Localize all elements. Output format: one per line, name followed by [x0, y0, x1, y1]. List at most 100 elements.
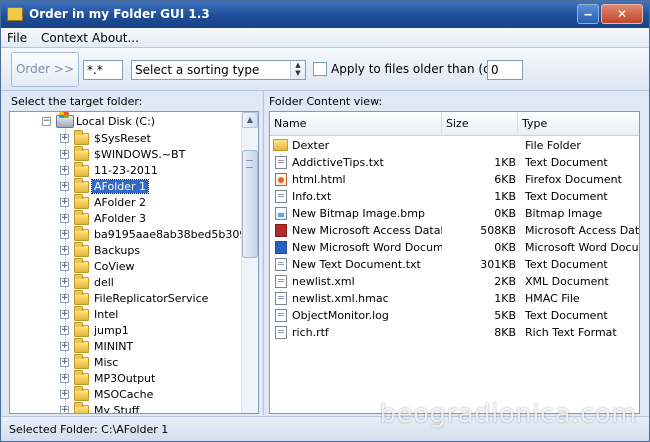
- expand-icon[interactable]: +: [60, 246, 69, 255]
- expand-icon[interactable]: +: [60, 150, 69, 159]
- folder-icon: [74, 370, 89, 385]
- menu-bar: File Context About...: [1, 28, 649, 48]
- expand-icon[interactable]: +: [60, 166, 69, 175]
- collapse-icon[interactable]: −: [42, 117, 51, 126]
- cell-name: html.html: [292, 173, 346, 186]
- table-row[interactable]: Info.txt 1KB Text Document: [270, 188, 639, 205]
- tree-caption: Select the target folder:: [11, 95, 143, 108]
- expand-icon[interactable]: +: [60, 374, 69, 383]
- folder-icon: [74, 306, 89, 321]
- rtf-file-icon: [275, 326, 287, 339]
- table-row[interactable]: New Text Document.txt 301KB Text Document: [270, 256, 639, 273]
- table-row[interactable]: ObjectMonitor.log 5KB Text Document: [270, 307, 639, 324]
- table-row[interactable]: AddictiveTips.txt 1KB Text Document: [270, 154, 639, 171]
- folder-tree[interactable]: − Local Disk (C:) + $SysReset + $WINDOWS.~B…: [9, 111, 259, 414]
- list-header: Name Size Type: [270, 112, 639, 136]
- watermark: beogradionica.com: [379, 399, 637, 429]
- cell-size: 301KB: [480, 258, 516, 271]
- panel-splitter[interactable]: [261, 91, 264, 415]
- expand-icon[interactable]: +: [60, 262, 69, 271]
- spin-arrows-icon[interactable]: ▲ ▼: [290, 61, 305, 79]
- title-bar[interactable]: Order in my Folder GUI 1.3 ‒ ✕: [1, 1, 649, 28]
- expand-icon[interactable]: +: [60, 278, 69, 287]
- expand-icon[interactable]: +: [60, 406, 69, 413]
- minimize-button[interactable]: ‒: [577, 4, 599, 24]
- expand-icon[interactable]: +: [60, 342, 69, 351]
- cell-name: New Text Document.txt: [292, 258, 421, 271]
- drive-icon: [56, 112, 74, 128]
- days-input[interactable]: 0: [487, 60, 523, 80]
- folder-icon: [74, 242, 89, 257]
- column-name[interactable]: Name: [270, 112, 442, 136]
- folder-icon: [74, 402, 89, 413]
- close-button[interactable]: ✕: [601, 4, 643, 24]
- menu-file[interactable]: File: [7, 31, 27, 45]
- folder-icon: [74, 130, 89, 145]
- folder-icon: [74, 210, 89, 225]
- txt-file-icon: [275, 292, 287, 305]
- expand-icon[interactable]: +: [60, 214, 69, 223]
- cell-type: Bitmap Image: [525, 207, 603, 220]
- tree-item-label: Misc: [94, 356, 119, 369]
- cell-size: 508KB: [480, 224, 516, 237]
- tree-scrollbar[interactable]: ▲: [241, 112, 258, 413]
- order-button[interactable]: Order >>: [11, 52, 79, 87]
- file-pattern-input[interactable]: *.*: [83, 60, 123, 80]
- expand-icon[interactable]: +: [60, 134, 69, 143]
- status-text: Selected Folder: C:\AFolder 1: [9, 423, 169, 436]
- tree-item-label: CoView: [94, 260, 135, 273]
- cell-name: newlist.xml: [292, 275, 355, 288]
- cell-type: Firefox Document: [525, 173, 622, 186]
- cell-type: Text Document: [525, 190, 608, 203]
- table-row[interactable]: html.html 6KB Firefox Document: [270, 171, 639, 188]
- cell-type: Text Document: [525, 258, 608, 271]
- cell-size: 6KB: [494, 173, 516, 186]
- access-file-icon: [275, 224, 287, 237]
- expand-icon[interactable]: +: [60, 198, 69, 207]
- cell-name: New Microsoft Access Datab...: [292, 224, 442, 237]
- column-type[interactable]: Type: [518, 112, 639, 136]
- cell-type: File Folder: [525, 139, 581, 152]
- expand-icon[interactable]: +: [60, 294, 69, 303]
- sorting-type-value: Select a sorting type: [135, 63, 260, 77]
- expand-icon[interactable]: +: [60, 326, 69, 335]
- table-row[interactable]: New Microsoft Access Datab... 508KB Micros…: [270, 222, 639, 239]
- folder-icon: [74, 146, 89, 161]
- tree-item-label: dell: [94, 276, 114, 289]
- expand-icon[interactable]: +: [60, 358, 69, 367]
- table-row[interactable]: newlist.xml.hmac 1KB HMAC File: [270, 290, 639, 307]
- expand-icon[interactable]: +: [60, 182, 69, 191]
- folder-icon: [74, 386, 89, 401]
- folder-icon: [74, 338, 89, 353]
- menu-about[interactable]: About...: [92, 31, 139, 45]
- sorting-type-select[interactable]: Select a sorting type ▲ ▼: [131, 60, 306, 80]
- tree-item-label: ba9195aae8ab38bed5b309: [94, 228, 247, 241]
- table-row[interactable]: rich.rtf 8KB Rich Text Format: [270, 324, 639, 341]
- folder-content-list[interactable]: Name Size Type Dexter File Folder Addictiv…: [269, 111, 640, 414]
- expand-icon[interactable]: +: [60, 390, 69, 399]
- tree-root-label: Local Disk (C:): [76, 115, 156, 128]
- menu-context[interactable]: Context: [41, 31, 88, 45]
- cell-type: Rich Text Format: [525, 326, 617, 339]
- tree-item-label: MP3Output: [94, 372, 156, 385]
- expand-icon[interactable]: +: [60, 310, 69, 319]
- scroll-up-icon[interactable]: ▲: [242, 112, 258, 128]
- bmp-file-icon: [275, 207, 287, 220]
- folder-icon: [74, 274, 89, 289]
- cell-type: Text Document: [525, 309, 608, 322]
- table-row[interactable]: New Microsoft Word Docume... 0KB Microsoft…: [270, 239, 639, 256]
- cell-size: 2KB: [494, 275, 516, 288]
- column-size[interactable]: Size: [442, 112, 518, 136]
- tree-item-label: jump1: [94, 324, 129, 337]
- table-row[interactable]: New Bitmap Image.bmp 0KB Bitmap Image: [270, 205, 639, 222]
- txt-file-icon: [275, 190, 287, 203]
- expand-icon[interactable]: +: [60, 230, 69, 239]
- table-row[interactable]: newlist.xml 2KB XML Document: [270, 273, 639, 290]
- apply-older-checkbox[interactable]: [313, 62, 327, 76]
- tree-item-label: My Stuff: [94, 404, 140, 414]
- tree-item-label: AFolder 1: [90, 179, 150, 194]
- cell-name: New Microsoft Word Docume...: [292, 241, 442, 254]
- tree-item-label: MININT: [94, 340, 134, 353]
- table-row[interactable]: Dexter File Folder: [270, 137, 639, 154]
- tree-item-label: Backups: [94, 244, 141, 257]
